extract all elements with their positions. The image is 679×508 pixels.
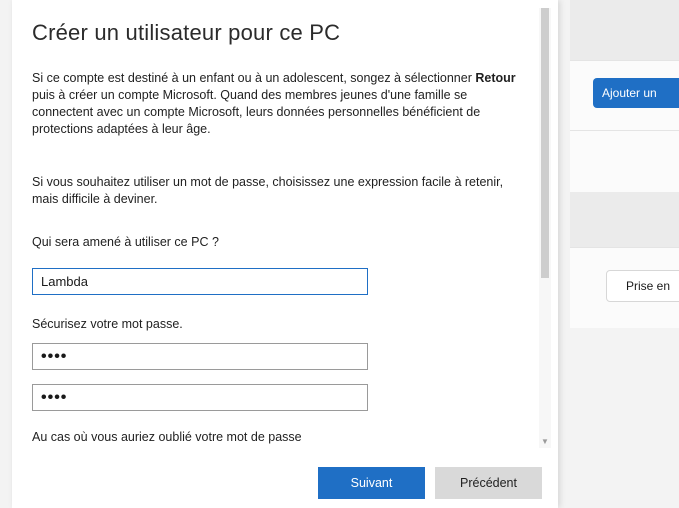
- user-name-input[interactable]: [32, 268, 368, 295]
- user-name-label: Qui sera amené à utiliser ce PC ?: [32, 235, 219, 249]
- intro-line-1-text: Si ce compte est destiné à un enfant ou …: [32, 71, 476, 85]
- back-emphasis: Retour: [475, 71, 516, 85]
- password-confirm-input[interactable]: [32, 384, 368, 411]
- intro-line-1: Si ce compte est destiné à un enfant ou …: [32, 70, 532, 87]
- next-button[interactable]: Suivant: [318, 467, 425, 499]
- intro-line-3: connectent avec un compte Microsoft, leu…: [32, 105, 481, 119]
- add-account-button[interactable]: Ajouter un: [593, 78, 679, 108]
- background-card: [570, 130, 679, 193]
- password-hint-line-2: mais difficile à deviner.: [32, 192, 158, 206]
- create-user-dialog: Créer un utilisateur pour ce PC Si ce co…: [12, 0, 558, 508]
- dialog-scrollbar[interactable]: ▼: [539, 8, 551, 448]
- get-started-button[interactable]: Prise en: [606, 270, 679, 302]
- password-hint-text: Si vous souhaitez utiliser un mot de pas…: [32, 174, 532, 208]
- scrollbar-thumb[interactable]: [541, 8, 549, 278]
- previous-button[interactable]: Précédent: [435, 467, 542, 499]
- password-label: Sécurisez votre mot passe.: [32, 317, 183, 331]
- password-recovery-label: Au cas où vous auriez oublié votre mot d…: [32, 430, 302, 444]
- intro-line-4: protections adaptées à leur âge.: [32, 122, 211, 136]
- chevron-down-icon[interactable]: ▼: [539, 436, 551, 448]
- dialog-title: Créer un utilisateur pour ce PC: [32, 20, 341, 45]
- background-header-band: [570, 0, 679, 60]
- password-hint-line-1: Si vous souhaitez utiliser un mot de pas…: [32, 175, 504, 189]
- intro-text: Si ce compte est destiné à un enfant ou …: [32, 70, 532, 138]
- intro-line-2: puis à créer un compte Microsoft. Quand …: [32, 88, 468, 102]
- password-input[interactable]: [32, 343, 368, 370]
- background-section-band: [570, 192, 679, 247]
